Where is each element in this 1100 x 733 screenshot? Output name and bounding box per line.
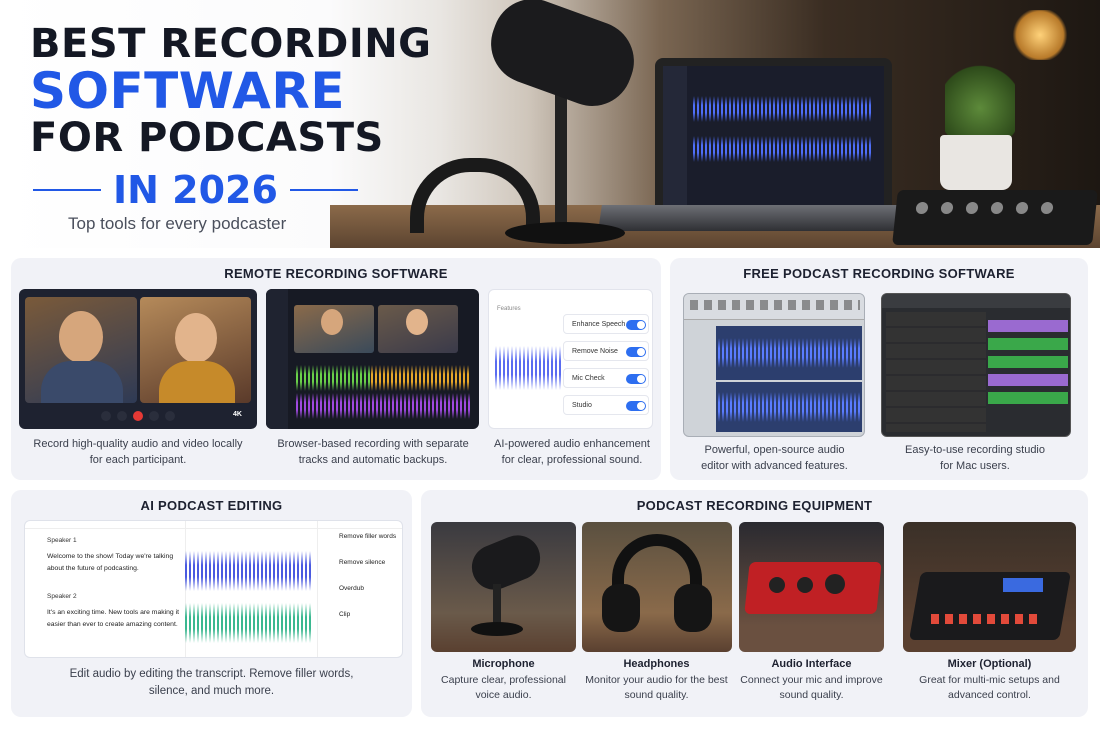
transcript-text-2[interactable]: It's an exciting time. New tools are mak… — [47, 607, 182, 631]
year-row: IN 2026 — [33, 168, 358, 212]
track-3-waveform — [296, 393, 471, 419]
enhance-speech-toggle[interactable] — [626, 320, 646, 330]
settings-button[interactable] — [165, 411, 175, 421]
laptop-image — [655, 58, 892, 213]
action-clip[interactable]: Clip — [339, 611, 350, 618]
action-remove-filler[interactable]: Remove filler words — [339, 533, 396, 540]
track-1-waveform — [296, 365, 371, 391]
equipment-title: PODCAST RECORDING EQUIPMENT — [636, 498, 873, 513]
participant-2-avatar — [175, 313, 217, 363]
title-line-3: FOR PODCASTS — [30, 115, 384, 161]
lamp-glow — [1010, 10, 1070, 60]
equipment-mixer-caption: Great for multi-mic setups and advanced … — [919, 674, 1060, 701]
equipment-mixer-name: Mixer (Optional) — [947, 658, 1032, 670]
transcript-editor: Speaker 1 Welcome to the show! Today we'… — [24, 520, 403, 658]
transcript-text-1[interactable]: Welcome to the show! Today we're talking… — [47, 551, 175, 575]
free-software-title: FREE PODCAST RECORDING SOFTWARE — [743, 266, 1015, 281]
laptop-keyboard — [598, 205, 922, 231]
plant-pot — [940, 135, 1012, 190]
ai-editing-caption: Edit audio by editing the transcript. Re… — [69, 668, 354, 697]
remote-recording-panel: REMOTE RECORDING SOFTWARE 4K Record high… — [11, 258, 661, 480]
equipment-microphone-name: Microphone — [472, 658, 535, 670]
headphones-image — [410, 158, 540, 233]
hero-title: BEST RECORDING SOFTWARE FOR PODCASTS — [30, 24, 432, 158]
equipment-microphone-caption: Capture clear, professional voice audio. — [441, 674, 566, 701]
features-header: Features — [497, 306, 521, 312]
mic-check-toggle[interactable] — [626, 374, 646, 384]
year-divider-left — [33, 189, 101, 191]
remote-card-1-caption: Record high-quality audio and video loca… — [33, 438, 243, 466]
free-card-1-caption: Powerful, open-source audio editor with … — [701, 444, 848, 472]
speaker-2-label: Speaker 2 — [47, 593, 77, 600]
remote-card-3-caption: AI-powered audio enhancement for clear, … — [494, 438, 650, 466]
feature-studio[interactable]: Studio — [563, 395, 649, 415]
action-remove-silence[interactable]: Remove silence — [339, 559, 385, 566]
mixer-photo — [903, 522, 1076, 652]
feature-remove-noise[interactable]: Remove Noise — [563, 341, 649, 361]
camera-toggle-button[interactable] — [117, 411, 127, 421]
studio-toggle[interactable] — [626, 401, 646, 411]
editor-waveform-2 — [185, 603, 313, 643]
mixer-image — [892, 190, 1098, 245]
equipment-interface-name: Audio Interface — [771, 658, 852, 670]
mic-base — [505, 222, 625, 244]
free-card-2-caption: Easy-to-use recording studio for Mac use… — [904, 444, 1045, 472]
equipment-headphones-name: Headphones — [623, 658, 690, 670]
audio-interface-photo — [739, 522, 884, 652]
ai-enhance-card: Features Enhance Speech Remove Noise Mic… — [488, 289, 653, 429]
remote-card-2-caption: Browser-based recording with separate tr… — [277, 438, 469, 466]
audacity-track-1 — [718, 338, 860, 368]
track-2-waveform — [371, 365, 471, 391]
editor-waveform-1 — [185, 551, 313, 591]
mic-stand — [555, 95, 567, 235]
feature-mic-check[interactable]: Mic Check — [563, 368, 649, 388]
hero-subtitle: Top tools for every podcaster — [68, 214, 287, 233]
multitrack-card — [266, 289, 479, 429]
enhance-waveform — [495, 346, 561, 390]
ai-editing-panel: AI PODCAST EDITING Speaker 1 Welcome to … — [11, 490, 412, 717]
remote-recording-title: REMOTE RECORDING SOFTWARE — [224, 266, 448, 281]
video-call-card: 4K — [19, 289, 257, 429]
remove-noise-toggle[interactable] — [626, 347, 646, 357]
equipment-headphones-caption: Monitor your audio for the best sound qu… — [585, 674, 728, 701]
share-button[interactable] — [149, 411, 159, 421]
equipment-panel: PODCAST RECORDING EQUIPMENT Microphone C… — [421, 490, 1088, 717]
mic-toggle-button[interactable] — [101, 411, 111, 421]
audacity-card — [683, 293, 865, 437]
feature-enhance-speech[interactable]: Enhance Speech — [563, 314, 649, 334]
action-overdub[interactable]: Overdub — [339, 585, 364, 592]
guest-1-avatar — [321, 309, 343, 335]
title-line-2: SOFTWARE — [30, 62, 346, 120]
guest-2-avatar — [406, 309, 428, 335]
year-divider-right — [289, 189, 358, 191]
headphones-photo — [582, 522, 732, 652]
hero-banner: BEST RECORDING SOFTWARE FOR PODCASTS IN … — [0, 0, 1100, 248]
resolution-badge: 4K — [233, 411, 242, 418]
free-software-panel: FREE PODCAST RECORDING SOFTWARE Powerful… — [670, 258, 1088, 480]
garageband-card — [881, 293, 1071, 437]
microphone-photo — [431, 522, 576, 652]
participant-1-avatar — [59, 311, 103, 363]
plant-image — [945, 60, 1015, 140]
year-label: IN 2026 — [113, 168, 278, 212]
equipment-interface-caption: Connect your mic and improve sound quali… — [740, 674, 883, 701]
ai-editing-title: AI PODCAST EDITING — [140, 498, 283, 513]
speaker-1-label: Speaker 1 — [47, 537, 77, 544]
title-line-1: BEST RECORDING — [30, 21, 432, 67]
audacity-track-2 — [718, 392, 860, 422]
record-button[interactable] — [133, 411, 143, 421]
